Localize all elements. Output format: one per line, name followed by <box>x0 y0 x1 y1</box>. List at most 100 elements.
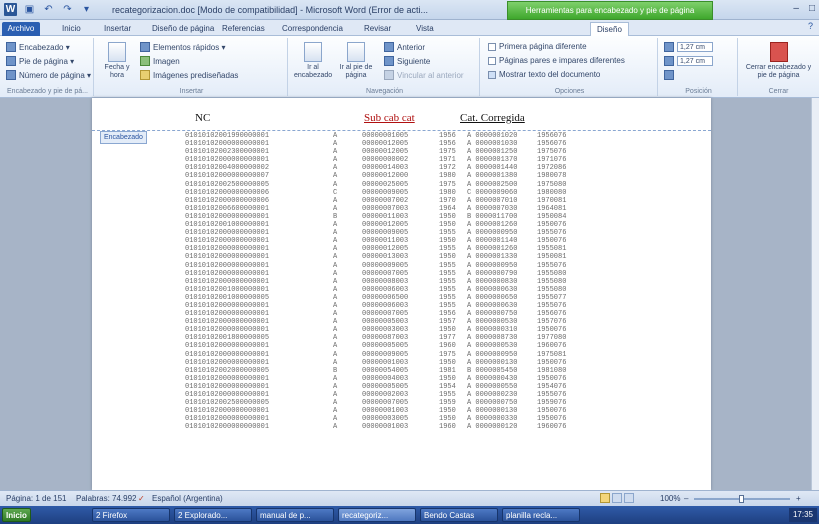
language[interactable]: Español (Argentina) <box>152 494 223 503</box>
table-cell: 00000003003 <box>362 326 409 335</box>
table-cell: 1955 <box>439 285 456 294</box>
table-cell: 01010102000000000007 <box>185 172 270 181</box>
print-layout-view-icon[interactable] <box>600 493 610 503</box>
word-count[interactable]: Palabras: 74.992 <box>76 494 137 503</box>
table-cell: 1956 <box>439 132 456 140</box>
page-number-dropdown[interactable]: Número de página ▾ <box>6 70 91 80</box>
taskbar-item-firefox[interactable]: 2 Firefox <box>92 508 170 522</box>
table-cell: 1964 <box>439 204 456 213</box>
data-rows: 01010102001990000001 00000001005 1956 A 000… <box>185 132 605 431</box>
footer-dropdown[interactable]: Pie de página ▾ <box>6 56 74 66</box>
next-icon <box>384 56 394 66</box>
undo-icon[interactable]: ↶ <box>42 3 55 16</box>
table-cell: A <box>333 293 338 302</box>
tab-mailings[interactable]: Correspondencia <box>282 22 343 36</box>
link-previous-button[interactable]: Vincular al anterior <box>384 70 464 80</box>
alignment-tab-button[interactable] <box>664 70 674 80</box>
table-cell: 01010102000000000001 <box>185 261 270 270</box>
quick-parts-dropdown[interactable]: Elementos rápidos ▾ <box>140 42 226 52</box>
tab-references[interactable]: Referencias <box>222 22 265 36</box>
tab-page-layout[interactable]: Diseño de página <box>152 22 214 36</box>
table-cell: A 0000000650 <box>467 293 518 302</box>
help-icon[interactable]: ? <box>808 21 813 31</box>
tab-view[interactable]: Vista <box>416 22 434 36</box>
start-button[interactable]: Inicio <box>2 508 31 522</box>
table-cell: 1950076 <box>537 415 567 424</box>
goto-header-icon <box>304 42 322 62</box>
previous-button[interactable]: Anterior <box>384 42 425 52</box>
document-page[interactable]: NC Sub cab cat Cat. Corregida Encabezado… <box>92 98 711 490</box>
goto-footer-button[interactable]: Ir al pie de página <box>336 42 376 80</box>
clip-art-button[interactable]: Imágenes prediseñadas <box>140 70 238 80</box>
table-cell: 01010102000000000001 <box>185 358 270 367</box>
table-cell: 00000006003 <box>362 301 409 310</box>
tab-home[interactable]: Inicio <box>62 22 81 36</box>
header-dropdown[interactable]: Encabezado ▾ <box>6 42 70 52</box>
table-cell: A <box>333 399 338 408</box>
goto-footer-icon <box>347 42 365 62</box>
tab-insert[interactable]: Insertar <box>104 22 131 36</box>
full-screen-view-icon[interactable] <box>612 493 622 503</box>
picture-button[interactable]: Imagen <box>140 56 180 66</box>
tab-file[interactable]: Archivo <box>2 22 40 36</box>
redo-icon[interactable]: ↷ <box>61 3 74 16</box>
taskbar-item-spreadsheet[interactable]: planilla recla... <box>502 508 580 522</box>
table-cell: A <box>333 237 338 246</box>
taskbar-item-explorer[interactable]: 2 Explorado... <box>174 508 252 522</box>
tab-design[interactable]: Diseño <box>590 22 629 36</box>
minimize-button[interactable]: – <box>793 3 799 14</box>
table-cell: A <box>333 342 338 351</box>
table-cell: 1950076 <box>537 221 567 230</box>
tab-review[interactable]: Revisar <box>364 22 391 36</box>
table-cell: 01010102000000000001 <box>185 374 270 383</box>
table-cell: A 0000000530 <box>467 342 518 351</box>
table-cell: 00000012005 <box>362 245 409 254</box>
customize-toolbar-icon[interactable]: ▾ <box>80 3 93 16</box>
table-cell: A 0000000430 <box>467 374 518 383</box>
date-time-button[interactable]: Fecha y hora <box>100 42 134 80</box>
table-cell: 00000001003 <box>362 407 409 416</box>
vertical-scrollbar[interactable] <box>811 98 819 490</box>
table-cell: 00000009005 <box>362 188 409 197</box>
table-cell: 01010102002000000005 <box>185 366 270 375</box>
taskbar-item-bendo-castas[interactable]: Bendo Castas <box>420 508 498 522</box>
header-icon <box>6 42 16 52</box>
table-row: 01010102001000000001 00000006003 1955 A 000… <box>185 286 605 294</box>
table-row: 01010102000000000001 00000008003 1955 A 000… <box>185 278 605 286</box>
close-header-footer-button[interactable]: Cerrar encabezado y pie de página <box>742 42 815 80</box>
table-cell: 01010102000000000001 <box>185 269 270 278</box>
zoom-level[interactable]: 100% <box>660 494 680 503</box>
web-layout-view-icon[interactable] <box>624 493 634 503</box>
zoom-out-button[interactable]: – <box>684 494 688 503</box>
taskbar-item-manual[interactable]: manual de p... <box>256 508 334 522</box>
system-tray-clock[interactable]: 17:35 <box>788 508 817 522</box>
table-cell: A <box>333 318 338 327</box>
table-cell: 1950 <box>439 212 456 221</box>
zoom-slider[interactable] <box>694 495 790 503</box>
next-button[interactable]: Siguiente <box>384 56 430 66</box>
table-cell: 00000006500 <box>362 293 409 302</box>
table-cell: 1975081 <box>537 350 567 359</box>
table-row: 01010102000000000001 00000007005 1955 A 000… <box>185 270 605 278</box>
header-from-top-input[interactable]: 1,27 cm <box>677 42 713 52</box>
different-odd-even-checkbox[interactable]: Páginas pares e impares diferentes <box>488 56 625 65</box>
show-document-text-checkbox[interactable]: Mostrar texto del documento <box>488 70 600 79</box>
table-cell: C 0000009060 <box>467 188 518 197</box>
taskbar-item-word-document[interactable]: recategoriz... <box>338 508 416 522</box>
different-first-page-checkbox[interactable]: Primera página diferente <box>488 42 587 51</box>
footer-from-bottom-input[interactable]: 1,27 cm <box>677 56 713 66</box>
table-cell: 01010102002500000005 <box>185 180 270 189</box>
table-cell: A <box>333 391 338 399</box>
footer-position-icon <box>664 56 674 66</box>
page-count[interactable]: Página: 1 de 151 <box>6 494 67 503</box>
save-icon[interactable]: ▣ <box>23 3 36 16</box>
table-cell: 00000006003 <box>362 285 409 294</box>
header-tag[interactable]: Encabezado <box>100 131 147 144</box>
zoom-slider-handle[interactable] <box>739 495 744 503</box>
proofing-icon[interactable]: ✓ <box>138 494 145 503</box>
zoom-in-button[interactable]: + <box>796 494 801 503</box>
table-cell: 00000000002 <box>362 156 409 165</box>
maximize-button[interactable]: □ <box>809 3 815 14</box>
goto-header-button[interactable]: Ir al encabezado <box>294 42 332 80</box>
word-logo-icon[interactable]: W <box>4 3 17 16</box>
